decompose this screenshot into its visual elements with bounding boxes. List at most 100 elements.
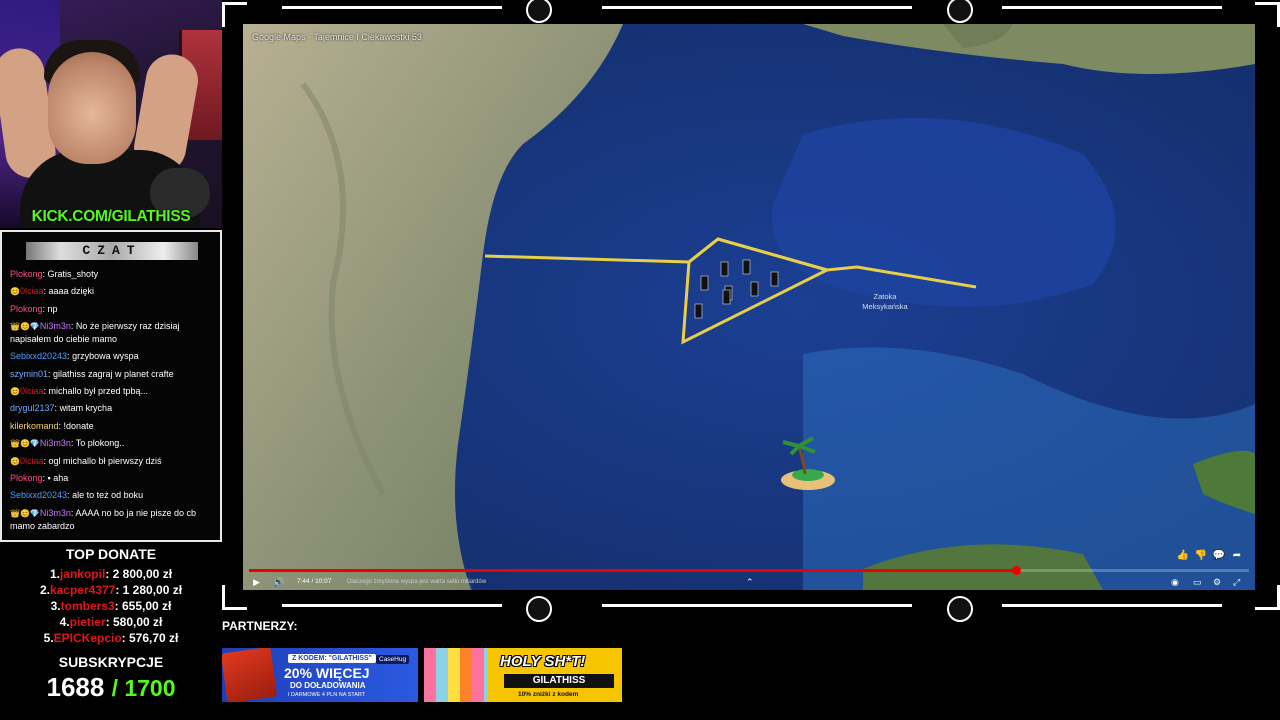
progress-fill — [249, 569, 1016, 572]
webcam-feed — [0, 0, 222, 228]
chat-username[interactable]: Plokong — [10, 473, 43, 483]
map-label: Zatoka Meksykańska — [862, 292, 908, 311]
chat-badges-icon: 😊 — [10, 387, 20, 397]
donate-amount: : 1 280,00 zł — [115, 583, 183, 597]
chat-text: !donate — [63, 420, 94, 431]
comment-icon[interactable]: 💬 — [1211, 550, 1227, 561]
donate-rank: 2. — [39, 583, 50, 597]
donate-name: jankopil — [59, 567, 106, 581]
chat-text: michallo był przed tpbą... — [48, 386, 149, 397]
kick-url: KICK.COM/GILATHISS — [31, 208, 191, 225]
chat-text: np — [47, 303, 58, 314]
donate-rank: 5. — [43, 631, 54, 645]
chat-text: gilathiss zagraj w planet crafte — [53, 368, 174, 379]
chat-username[interactable]: Sebixxd20243 — [10, 351, 67, 361]
video-controls: ▶ 🔊 7:44 / 10:07 Dlaczego zmyślona wyspa… — [243, 574, 1255, 590]
chat-message: 😊0lciaa: aaaa dzięki — [10, 283, 216, 300]
donate-name: tombers3 — [60, 599, 115, 613]
chat-message: kilerkomand: !donate — [10, 418, 216, 435]
chat-message: Plokong: np — [10, 301, 216, 318]
chat-badges-icon: 👑😊💎 — [10, 439, 40, 449]
chat-list: Plokong: Gratis_shoty 😊0lciaa: aaaa dzięk… — [10, 266, 216, 535]
donate-name: pietier — [69, 615, 106, 629]
chat-username[interactable]: Plokong — [10, 304, 43, 314]
chat-title: CZAT — [26, 242, 198, 260]
partner-banner-casehug[interactable]: Z KODEM: "GILATHISS" CaseHug 20% WIĘCEJ … — [222, 648, 418, 702]
chat-text: Gratis_shoty — [47, 269, 99, 279]
chat-username[interactable]: drygul2137 — [10, 403, 55, 413]
volume-icon[interactable]: 🔊 — [273, 576, 284, 588]
stripe-logo-icon — [947, 596, 973, 622]
banner2-code: GILATHISS — [504, 674, 614, 688]
play-icon[interactable]: ▶ — [253, 576, 260, 588]
banner1-brand: CaseHug — [376, 655, 410, 664]
chat-username[interactable]: Ni3m3n — [40, 508, 71, 518]
subs-title: SUBSKRYPCJE — [58, 654, 164, 670]
banner2-discount: 10% zniżki z kodem — [518, 691, 579, 698]
chat-username[interactable]: Ni3m3n — [40, 438, 71, 448]
chat-message: Sebixxd20243: grzybowa wyspa — [10, 348, 216, 365]
settings-icon[interactable]: ⚙ — [1213, 576, 1221, 588]
progress-bar[interactable] — [249, 566, 1249, 575]
fullscreen-icon[interactable]: ⤢ — [1233, 576, 1240, 588]
partners-title: PARTNERZY: — [222, 619, 298, 633]
share-icon[interactable]: ➦ — [1229, 550, 1245, 561]
chat-panel: CZAT Plokong: Gratis_shoty 😊0lciaa: aaaa … — [0, 230, 222, 542]
chat-badges-icon: 😊 — [10, 287, 20, 297]
chat-message: 😊0lciaa: ogl michallo bł pierwszy dziś — [10, 453, 216, 470]
video-player[interactable]: Google Maps - Tajemnice I Ciekawostki 53… — [243, 24, 1255, 590]
donate-entry: 5.EPICKepcio: 576,70 zł — [0, 630, 222, 646]
chat-username[interactable]: 0lciaa — [20, 386, 44, 396]
subtitles-icon[interactable]: ▭ — [1193, 576, 1202, 588]
chat-message: Sebixxd20243: ale to też od boku — [10, 487, 216, 504]
donate-amount: : 576,70 zł — [121, 631, 179, 645]
donate-amount: : 655,00 zł — [114, 599, 172, 613]
satellite-map — [243, 24, 1255, 590]
chat-message: Plokong: Gratis_shoty — [10, 266, 216, 283]
chat-username[interactable]: 0lciaa — [20, 456, 44, 466]
chat-text: grzybowa wyspa — [72, 351, 139, 362]
donate-rank: 1. — [49, 567, 60, 581]
dislike-icon[interactable]: 👎 — [1193, 550, 1209, 561]
donate-entry: 2.kacper4377: 1 280,00 zł — [0, 582, 222, 598]
chat-message: 😊0lciaa: michallo był przed tpbą... — [10, 383, 216, 400]
donate-amount: : 580,00 zł — [105, 615, 163, 629]
chat-message: 👑😊💎Ni3m3n: AAAA no bo ja nie pisze do cb… — [10, 507, 216, 533]
like-icon[interactable]: 👍 — [1175, 550, 1191, 561]
chat-username[interactable]: kilerkomand — [10, 421, 59, 431]
donate-rank: 3. — [50, 599, 61, 613]
chat-badges-icon: 👑😊💎 — [10, 322, 40, 332]
banner1-bonus: 20% WIĘCEJ — [284, 665, 370, 681]
chat-text: witam krycha — [59, 403, 113, 414]
donate-rank: 4. — [59, 615, 70, 629]
banner2-headline: HOLY SH*T! — [500, 653, 586, 670]
top-donate-title: TOP DONATE — [65, 546, 157, 562]
chat-username[interactable]: Ni3m3n — [40, 321, 71, 331]
chat-message: 👑😊💎Ni3m3n: To plokong.. — [10, 435, 216, 452]
chevron-up-icon[interactable]: ⌃ — [746, 576, 754, 588]
chat-badges-icon: 😊 — [10, 456, 20, 466]
chat-username[interactable]: Plokong — [10, 269, 43, 279]
chat-message: 👑😊💎Ni3m3n: No że pierwszy raz dzisiaj na… — [10, 320, 216, 346]
chat-username[interactable]: szymin01 — [10, 369, 48, 379]
donate-name: kacper4377 — [49, 583, 116, 597]
subs-counter: 1688 / 1700 — [0, 672, 222, 703]
kick-logo-icon — [526, 0, 552, 23]
chest-icon — [222, 648, 278, 702]
globe-logo-icon — [526, 596, 552, 622]
donate-entry: 1.jankopil: 2 800,00 zł — [0, 566, 222, 582]
chat-username[interactable]: 0lciaa — [20, 286, 44, 296]
chat-username[interactable]: Sebixxd20243 — [10, 490, 67, 500]
chat-message: szymin01: gilathiss zagraj w planet craf… — [10, 366, 216, 383]
cans-image — [424, 648, 488, 702]
subs-goal: / 1700 — [111, 675, 176, 701]
chat-text: aaaa dzięki — [48, 286, 95, 297]
chat-text: ale to też od boku — [72, 490, 144, 501]
banner1-line2: DO DOŁADOWANIA — [290, 681, 366, 690]
banner1-code: Z KODEM: "GILATHISS" — [288, 654, 377, 663]
autoplay-toggle[interactable]: ◉ — [1171, 576, 1179, 588]
chapter-title[interactable]: Dlaczego zmyślona wyspa jest warta setki… — [347, 576, 486, 588]
chat-text: ogl michallo bł pierwszy dziś — [48, 455, 162, 466]
partner-banner-holyshit[interactable]: HOLY SH*T! GILATHISS 10% zniżki z kodem — [424, 648, 622, 702]
donate-entry: 4.pietier: 580,00 zł — [0, 614, 222, 630]
